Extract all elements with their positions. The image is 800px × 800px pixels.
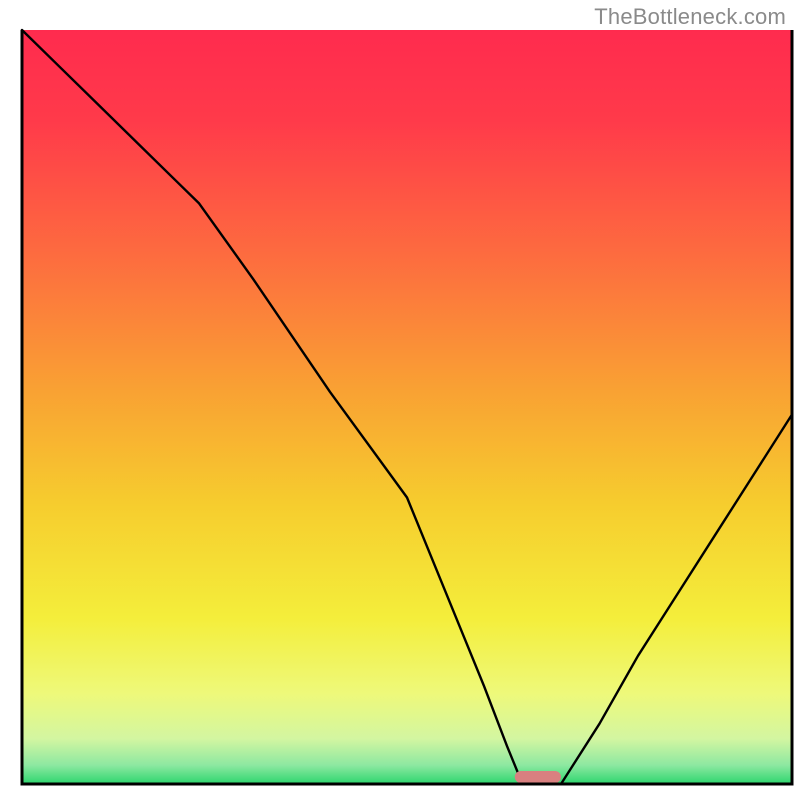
watermark-text: TheBottleneck.com	[594, 4, 786, 30]
optimal-range-marker	[515, 771, 561, 783]
bottleneck-chart	[0, 0, 800, 800]
